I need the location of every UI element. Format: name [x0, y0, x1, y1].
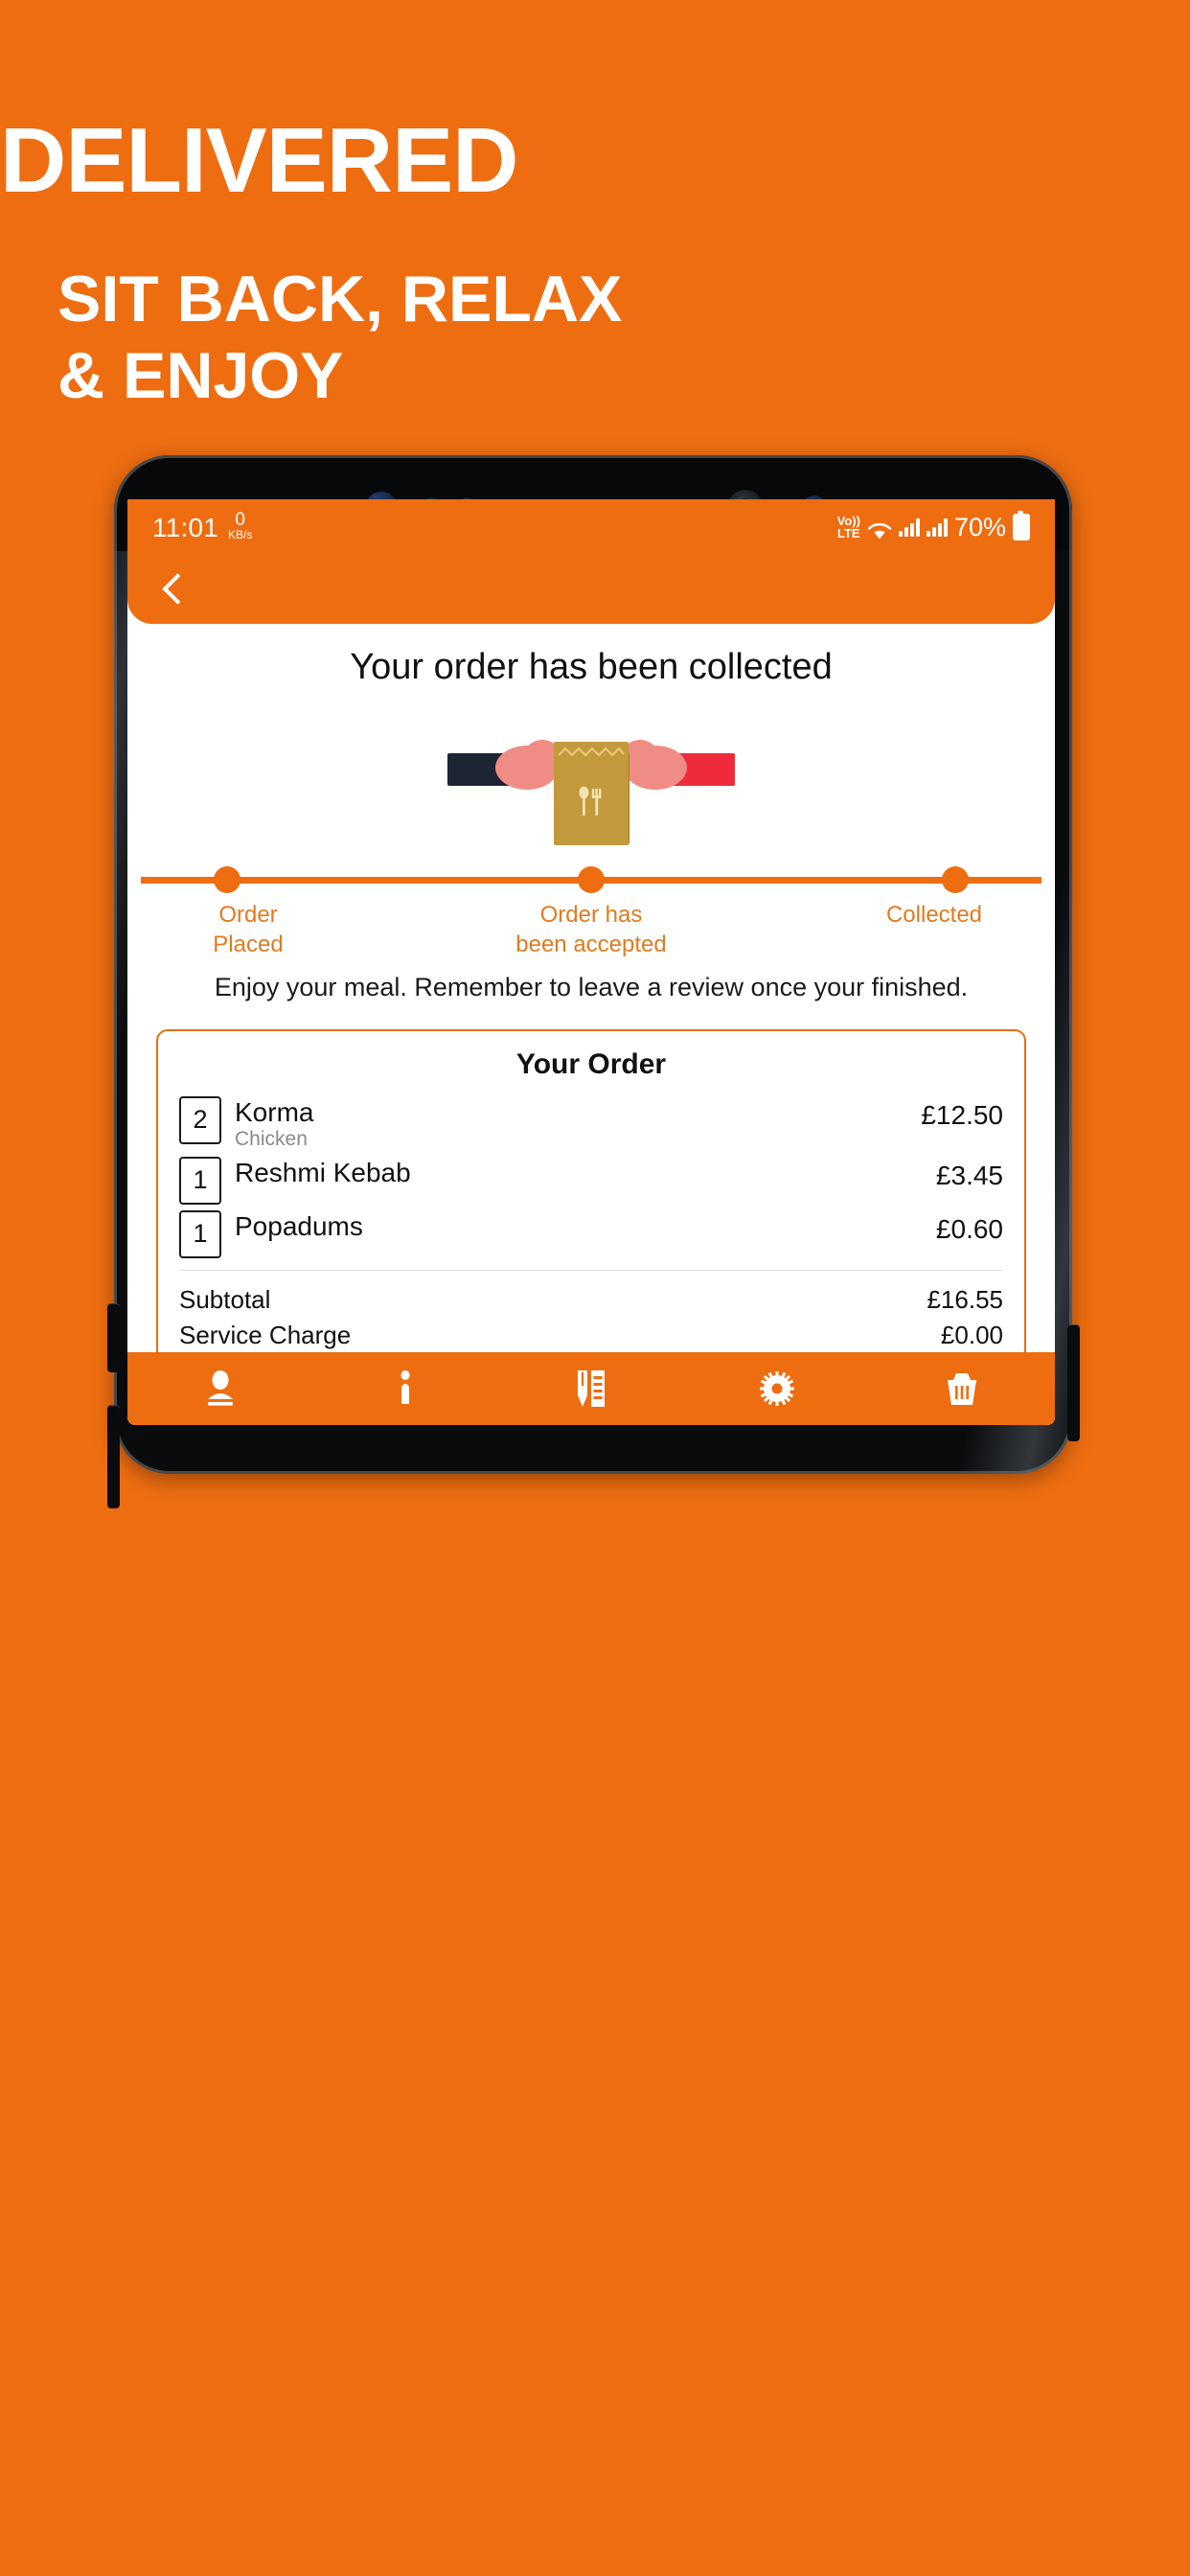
order-card-title: Your Order — [515, 1047, 667, 1080]
order-item-row: 1 Reshmi Kebab £3.45 — [179, 1156, 1003, 1205]
power-button[interactable] — [1067, 1324, 1080, 1441]
screen-content: Your order has been collected Order Plac… — [127, 624, 1055, 1425]
nav-info-button[interactable] — [372, 1362, 439, 1415]
tracker-label-order-placed: Order Placed — [152, 901, 344, 959]
summary-label: Subtotal — [179, 1284, 271, 1314]
status-bar: 11:01 0 KB/s Vo)) LTE 70% — [127, 499, 1055, 555]
signal-bars-2-icon — [926, 518, 948, 537]
bixby-button[interactable] — [107, 1303, 120, 1372]
network-speed-value: 0 — [235, 510, 245, 530]
tracker-label-line2: Placed — [213, 931, 284, 957]
info-icon — [400, 1370, 410, 1404]
basket-icon — [948, 1373, 977, 1405]
summary-value: £0.00 — [940, 1320, 1003, 1349]
order-item-row: 2 Korma Chicken £12.50 — [179, 1095, 1003, 1151]
item-quantity: 1 — [179, 1156, 221, 1205]
tracker-label-line1: Order has — [539, 902, 643, 928]
tracker-label-collected: Collected — [838, 901, 1030, 959]
tracker-dot-order-placed — [214, 866, 240, 893]
tracker-label-line2: been accepted — [515, 931, 667, 957]
status-time: 11:01 — [152, 513, 218, 542]
item-name: Reshmi Kebab — [235, 1157, 411, 1187]
nav-menu-button[interactable] — [558, 1362, 625, 1415]
wifi-icon — [867, 518, 892, 540]
volte-top-label: Vo)) — [836, 513, 860, 528]
item-price: £3.45 — [935, 1160, 1003, 1190]
item-name: Korma — [235, 1096, 314, 1127]
tracker-dot-order-accepted — [578, 866, 605, 893]
card-divider — [179, 1269, 1003, 1271]
menu-icon — [577, 1370, 605, 1407]
item-price: £0.60 — [935, 1213, 1003, 1244]
cutlery-icon — [579, 786, 602, 816]
volte-icon: Vo)) LTE — [836, 513, 860, 540]
settings-gear-icon — [759, 1371, 794, 1406]
summary-row-service-charge: Service Charge £0.00 — [179, 1318, 1003, 1353]
bottom-navigation-bar — [127, 1352, 1055, 1425]
volume-button[interactable] — [107, 1405, 120, 1508]
promo-subtitle: SIT BACK, RELAX & ENJOY — [0, 261, 1190, 414]
tracker-label-line1: Order — [218, 902, 278, 928]
network-speed-indicator: 0 KB/s — [228, 511, 252, 540]
summary-label: Service Charge — [179, 1320, 352, 1349]
item-quantity: 2 — [179, 1095, 221, 1144]
item-name: Popadums — [235, 1210, 363, 1241]
nav-basket-button[interactable] — [928, 1362, 995, 1415]
item-quantity: 1 — [179, 1209, 221, 1258]
chevron-left-icon[interactable] — [156, 573, 189, 606]
order-item-row: 1 Popadums £0.60 — [179, 1209, 1003, 1258]
review-note: Enjoy your meal. Remember to leave a rev… — [214, 973, 969, 1002]
nav-settings-button[interactable] — [744, 1362, 811, 1415]
nav-account-button[interactable] — [187, 1362, 254, 1415]
handover-illustration — [127, 717, 1055, 861]
account-icon — [207, 1370, 233, 1406]
tracker-label-order-accepted: Order has been accepted — [495, 901, 687, 959]
signal-bars-1-icon — [898, 518, 920, 537]
phone-screen: 11:01 0 KB/s Vo)) LTE 70% Your order has… — [127, 499, 1055, 1425]
order-progress-tracker: Order Placed Order has been accepted Col… — [127, 866, 1055, 959]
item-price: £12.50 — [921, 1099, 1003, 1130]
promo-title: DELIVERED — [0, 109, 518, 212]
bag-zigzag-edge — [558, 747, 625, 757]
battery-icon — [1013, 511, 1030, 540]
promo-subtitle-line1: SIT BACK, RELAX — [57, 263, 623, 335]
network-speed-unit: KB/s — [228, 528, 253, 541]
promo-subtitle-line2: & ENJOY — [57, 339, 344, 413]
volte-bottom-label: LTE — [837, 526, 860, 540]
tracker-dot-collected — [942, 866, 969, 893]
app-bar — [127, 555, 1055, 624]
battery-percent: 70% — [953, 512, 1006, 541]
summary-row-subtotal: Subtotal £16.55 — [179, 1282, 1003, 1318]
summary-value: £16.55 — [927, 1284, 1003, 1314]
tracker-label-line1: Collected — [885, 902, 983, 928]
item-option: Chicken — [235, 1127, 308, 1150]
page-title: Your order has been collected — [350, 647, 833, 687]
